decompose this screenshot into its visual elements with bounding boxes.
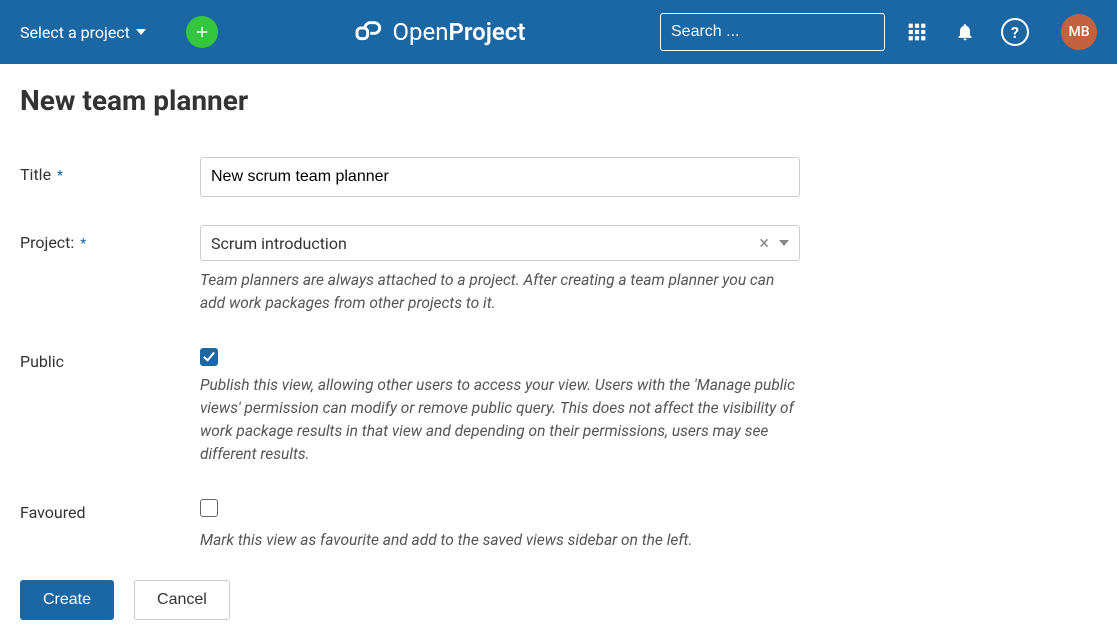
add-button[interactable] [186,16,218,48]
button-row: Create Cancel [20,580,1097,620]
logo-text-light: Open [393,18,449,46]
logo-text-bold: Project [448,18,525,46]
chevron-down-icon[interactable] [779,240,789,246]
help-icon[interactable]: ? [1001,18,1029,46]
project-row: Project: * Scrum introduction × Team pla… [20,225,1097,316]
required-marker: * [57,168,63,184]
clear-icon[interactable]: × [759,233,769,254]
favoured-hint: Mark this view as favourite and add to t… [200,529,800,552]
create-button[interactable]: Create [20,580,114,620]
favoured-label: Favoured [20,495,200,522]
header-actions: ? MB [905,14,1097,50]
search-input[interactable] [671,23,878,41]
plus-icon [193,23,211,41]
search-box[interactable] [660,13,885,51]
title-input[interactable] [200,157,800,197]
required-marker: * [80,236,86,252]
page-title: New team planner [20,84,1097,117]
favoured-row: Favoured Mark this view as favourite and… [20,495,1097,552]
cancel-button[interactable]: Cancel [134,580,230,620]
main-content: New team planner Title * Project: * Scru… [0,64,1117,640]
public-checkbox[interactable] [200,348,218,366]
favoured-checkbox[interactable] [200,499,218,517]
project-label: Project: * [20,225,200,252]
app-logo: OpenProject [353,16,526,48]
public-hint: Publish this view, allowing other users … [200,374,800,467]
title-label: Title * [20,157,200,184]
public-label: Public [20,344,200,371]
project-hint: Team planners are always attached to a p… [200,269,800,316]
notifications-icon[interactable] [953,20,977,44]
top-header: Select a project OpenProject ? MB [0,0,1117,64]
chevron-down-icon [136,29,146,35]
project-selector[interactable]: Select a project [20,23,146,42]
project-selector-label: Select a project [20,23,130,42]
project-selected-value: Scrum introduction [211,234,347,253]
title-row: Title * [20,157,1097,197]
logo-icon [353,16,385,48]
project-select[interactable]: Scrum introduction × [200,225,800,261]
public-row: Public Publish this view, allowing other… [20,344,1097,467]
user-avatar[interactable]: MB [1061,14,1097,50]
apps-grid-icon[interactable] [905,20,929,44]
